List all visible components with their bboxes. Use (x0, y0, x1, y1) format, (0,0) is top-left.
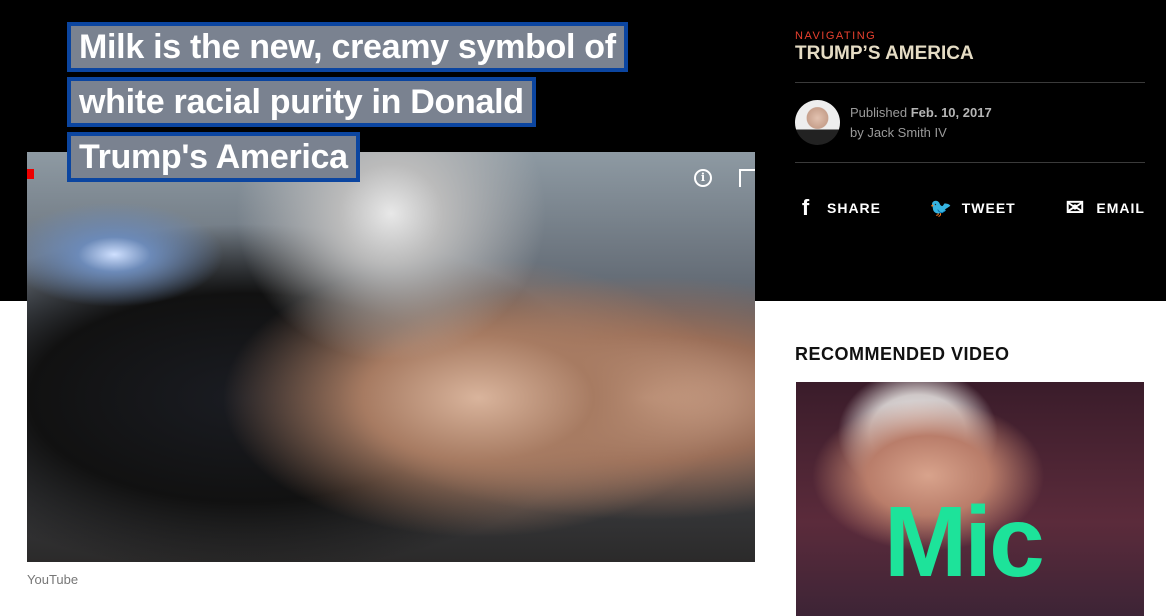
article-title: Milk is the new, creamy symbol of white … (67, 22, 628, 187)
share-twitter-button[interactable]: 🐦 TWEET (930, 195, 1016, 221)
article-video[interactable]: i (27, 152, 755, 562)
title-line: Milk is the new, creamy symbol of (67, 22, 628, 72)
mic-logo: Mic (884, 486, 1045, 598)
series-kicker: NAVIGATING (795, 30, 877, 42)
share-bar: f SHARE 🐦 TWEET ✉ EMAIL (795, 195, 1145, 221)
share-label: SHARE (827, 200, 882, 216)
divider (795, 162, 1145, 163)
tweet-label: TWEET (961, 200, 1016, 216)
recommended-video-thumbnail[interactable]: Mic (796, 382, 1144, 616)
author-block: Published Feb. 10, 2017 by Jack Smith IV (795, 100, 1145, 145)
email-label: EMAIL (1096, 200, 1145, 216)
title-line: white racial purity in Donald (67, 77, 536, 127)
avatar[interactable] (795, 100, 840, 145)
youtube-logo-icon (27, 169, 34, 179)
info-icon[interactable]: i (694, 169, 712, 187)
sidebar: NAVIGATING TRUMP’S AMERICA Published Feb… (795, 30, 1145, 221)
title-line: Trump's America (67, 132, 360, 182)
recommended-video-heading: RECOMMENDED VIDEO (795, 344, 1010, 364)
image-caption: YouTube (27, 572, 79, 587)
series-title[interactable]: TRUMP’S AMERICA (795, 43, 1145, 65)
divider (795, 82, 1145, 83)
byline[interactable]: by Jack Smith IV (850, 123, 992, 143)
facebook-icon: f (801, 195, 811, 220)
share-email-button[interactable]: ✉ EMAIL (1064, 195, 1145, 221)
playlist-icon[interactable] (739, 169, 755, 187)
twitter-icon: 🐦 (929, 197, 954, 218)
published-date: Feb. 10, 2017 (910, 104, 992, 120)
published-label: Published (850, 104, 908, 120)
email-icon: ✉ (1065, 195, 1086, 220)
share-facebook-button[interactable]: f SHARE (795, 195, 881, 221)
